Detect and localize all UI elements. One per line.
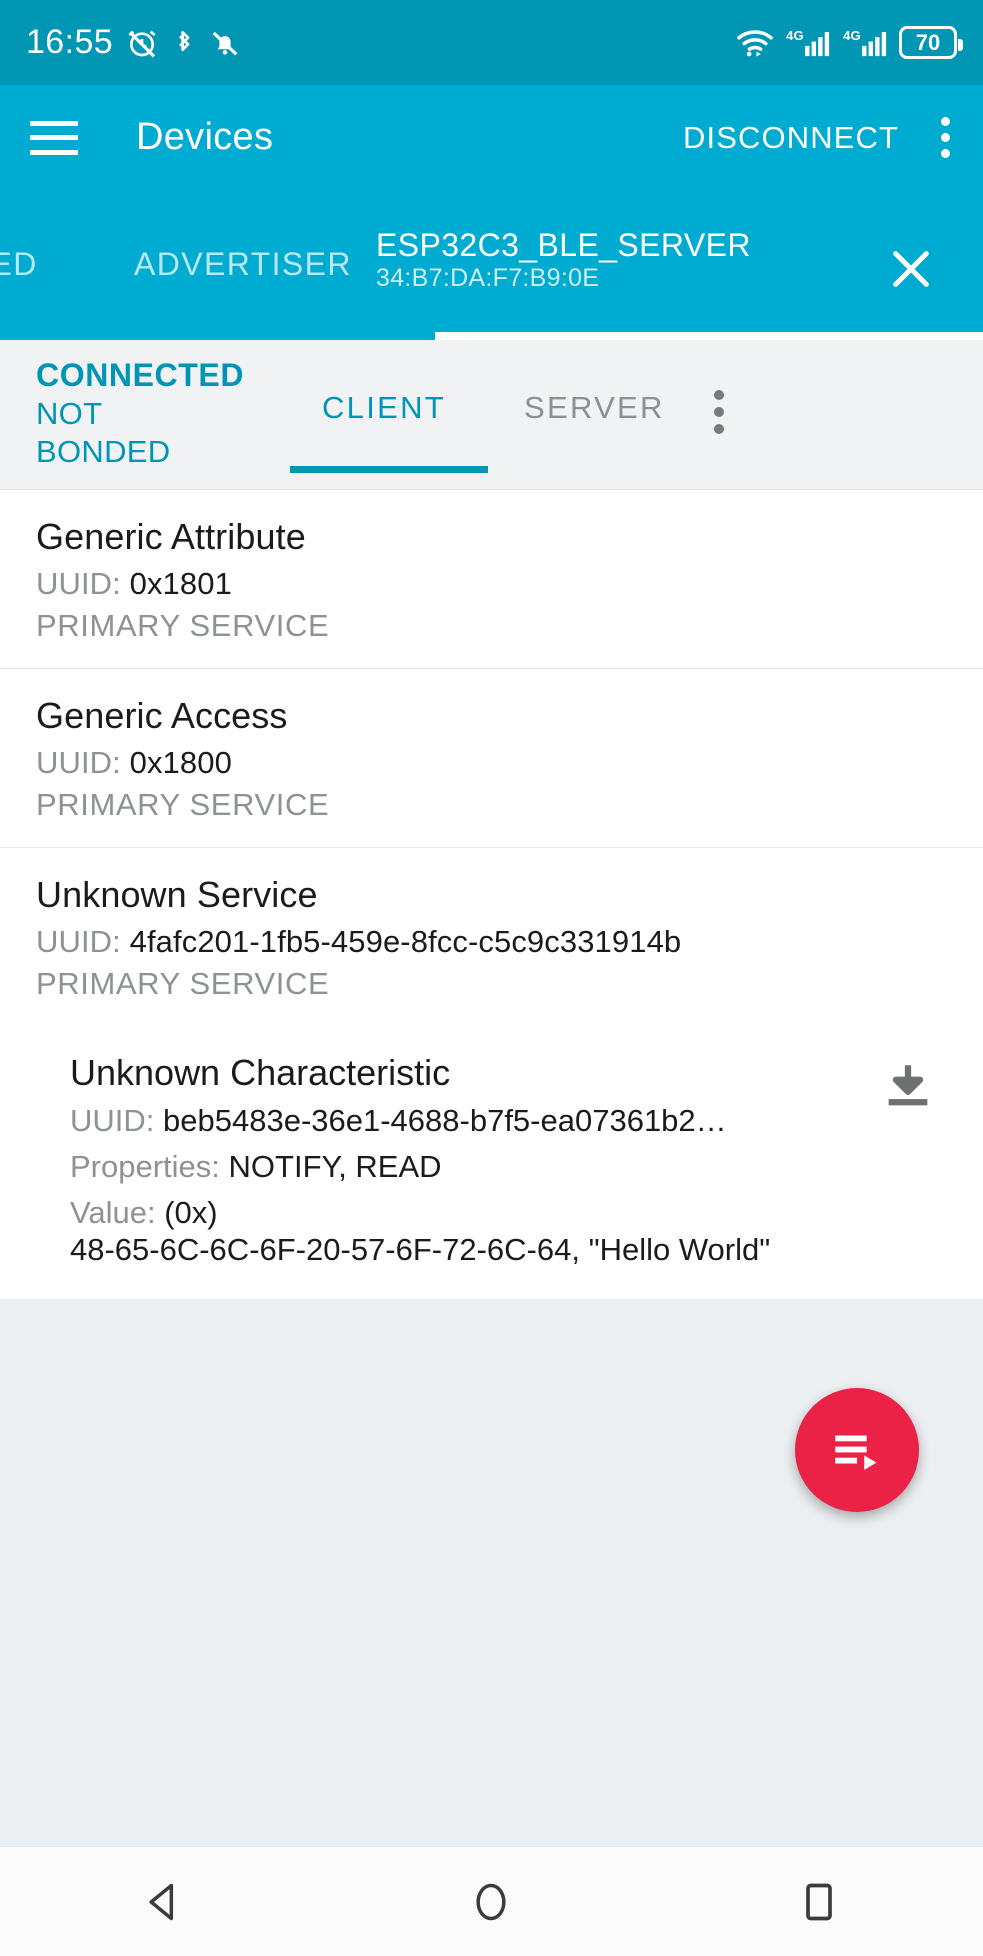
- alarm-off-icon: [128, 30, 156, 57]
- characteristic-name: Unknown Characteristic: [70, 1052, 451, 1093]
- characteristic-value-label: Value:: [70, 1194, 156, 1230]
- list-item-service-1[interactable]: Generic Access UUID: 0x1800 PRIMARY SERV…: [0, 669, 983, 848]
- characteristic-properties-label: Properties:: [70, 1148, 220, 1184]
- more-vert-icon[interactable]: [941, 117, 953, 158]
- status-badge: CONNECTED: [36, 357, 245, 393]
- playlist-play-fab-button[interactable]: [795, 1388, 919, 1512]
- service-uuid-label: UUID:: [36, 924, 121, 959]
- wifi-icon: [737, 29, 773, 56]
- service-uuid: UUID: 0x1800: [36, 745, 947, 781]
- download-read-icon[interactable]: [879, 1058, 937, 1116]
- connection-status: CONNECTED NOT BONDED: [36, 356, 244, 471]
- recents-button[interactable]: [759, 1847, 879, 1956]
- connection-bar: CONNECTED NOT BONDED CLIENT SERVER: [0, 340, 983, 490]
- service-type: PRIMARY SERVICE: [36, 787, 330, 822]
- service-uuid-value: 4fafc201-1fb5-459e-8fcc-c5c9c331914b: [129, 924, 682, 959]
- list-item-characteristic[interactable]: Unknown Characteristic UUID: beb5483e-36…: [0, 1026, 983, 1300]
- service-type: PRIMARY SERVICE: [36, 608, 330, 643]
- more-vert-icon-client[interactable]: [714, 390, 724, 434]
- svg-text:4G: 4G: [843, 28, 860, 43]
- system-navigation-bar: [0, 1846, 983, 1956]
- characteristic-value-prefix: (0x): [164, 1194, 218, 1230]
- battery-indicator: 70: [899, 26, 963, 59]
- service-name: Unknown Service: [36, 874, 318, 915]
- service-uuid-label: UUID:: [36, 566, 121, 601]
- characteristic-properties-value: NOTIFY, READ: [228, 1148, 442, 1184]
- service-uuid-value: 0x1800: [129, 745, 232, 780]
- service-list: Generic Attribute UUID: 0x1801 PRIMARY S…: [0, 490, 983, 1300]
- service-type: PRIMARY SERVICE: [36, 966, 330, 1001]
- service-name: Generic Attribute: [36, 516, 306, 557]
- device-name-label: ESP32C3_BLE_SERVER: [376, 227, 751, 263]
- back-button[interactable]: [104, 1847, 224, 1956]
- service-uuid: UUID: 4fafc201-1fb5-459e-8fcc-c5c9c33191…: [36, 924, 947, 960]
- device-tab-indicator: [435, 332, 983, 340]
- bond-state-line-1: NOT: [36, 396, 103, 432]
- characteristic-value-row: Value: (0x): [70, 1194, 947, 1232]
- tab-connected-device[interactable]: ESP32C3_BLE_SERVER 34:B7:DA:F7:B9:0E: [376, 227, 751, 293]
- characteristic-value-data: 48-65-6C-6C-6F-20-57-6F-72-6C-64, "Hello…: [70, 1232, 771, 1268]
- service-uuid-value: 0x1801: [129, 566, 232, 601]
- signal-4g-1-icon: 4G: [786, 28, 830, 56]
- characteristic-properties: Properties: NOTIFY, READ: [70, 1148, 947, 1186]
- status-bar: 16:55 4G 4G 70: [0, 0, 983, 85]
- recents-square-icon: [806, 1883, 832, 1920]
- close-icon[interactable]: [888, 246, 934, 292]
- status-bar-clock: 16:55: [26, 23, 114, 61]
- list-item-service-0[interactable]: Generic Attribute UUID: 0x1801 PRIMARY S…: [0, 490, 983, 669]
- svg-text:4G: 4G: [786, 28, 803, 43]
- back-triangle-icon: [149, 1883, 173, 1920]
- characteristic-uuid: UUID: beb5483e-36e1-4688-b7f5-ea07361b2…: [70, 1102, 947, 1140]
- characteristic-uuid-value: beb5483e-36e1-4688-b7f5-ea07361b2…: [163, 1103, 727, 1138]
- service-name: Generic Access: [36, 695, 288, 736]
- phone-screen: 16:55 4G 4G 70 Devices DISCONNECT ED ADV…: [0, 0, 983, 1956]
- device-tab-strip: DED ADVERTISER ESP32C3_BLE_SERVER 34:B7:…: [0, 190, 983, 340]
- device-address-label: 34:B7:DA:F7:B9:0E: [376, 263, 600, 292]
- status-bar-left: 16:55: [26, 23, 240, 62]
- page-title: Devices: [136, 116, 274, 158]
- tab-client[interactable]: CLIENT: [322, 390, 446, 426]
- home-button[interactable]: [431, 1847, 551, 1956]
- battery-level-label: 70: [915, 29, 941, 55]
- service-uuid: UUID: 0x1801: [36, 566, 947, 602]
- home-circle-icon: [476, 1883, 507, 1920]
- bluetooth-icon: [179, 30, 190, 51]
- list-item-service-2[interactable]: Unknown Service UUID: 4fafc201-1fb5-459e…: [0, 848, 983, 1026]
- tab-server[interactable]: SERVER: [524, 390, 665, 426]
- notifications-off-icon: [212, 31, 238, 55]
- status-bar-right: 4G 4G 70: [736, 26, 963, 59]
- hamburger-menu-icon[interactable]: [30, 120, 78, 155]
- app-bar: Devices DISCONNECT: [0, 85, 983, 190]
- disconnect-button[interactable]: DISCONNECT: [683, 120, 899, 156]
- tab-advertiser[interactable]: ADVERTISER: [134, 246, 352, 283]
- playlist-play-icon: [835, 1435, 877, 1470]
- signal-4g-2-icon: 4G: [843, 28, 887, 56]
- bond-state-line-2: BONDED: [36, 433, 171, 469]
- client-tab-indicator: [290, 466, 488, 473]
- tab-bonded[interactable]: DED: [0, 246, 38, 283]
- service-uuid-label: UUID:: [36, 745, 121, 780]
- characteristic-uuid-label: UUID:: [70, 1103, 155, 1138]
